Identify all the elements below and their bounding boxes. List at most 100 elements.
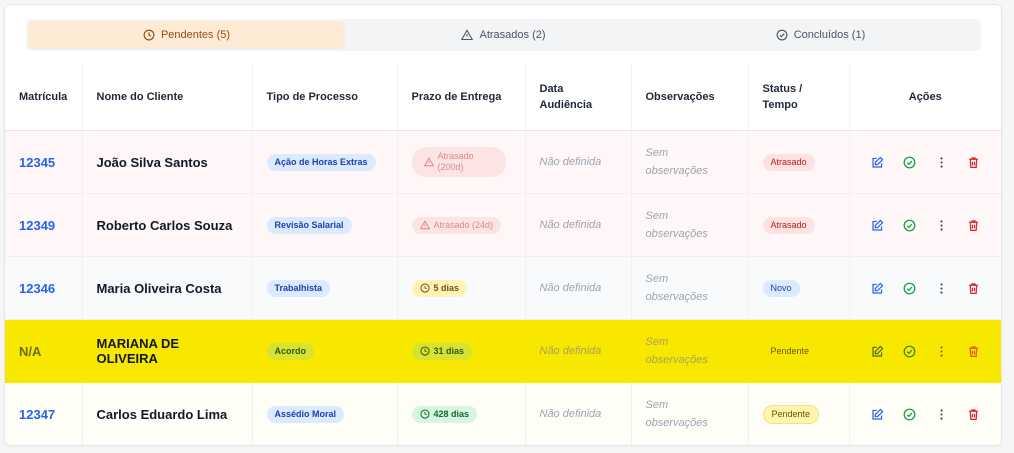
process-type-badge: Revisão Salarial	[266, 216, 352, 234]
tab-atrasados[interactable]: Atrasados (2)	[345, 21, 662, 49]
warning-icon	[461, 29, 474, 41]
edit-button[interactable]	[870, 281, 885, 296]
hearing-date: Não definida	[539, 408, 602, 420]
hearing-date: Não definida	[539, 282, 602, 294]
warning-icon	[419, 220, 430, 230]
hearing-date: Não definida	[539, 345, 602, 357]
deadline-text: Atrasado (24d)	[433, 219, 494, 230]
complete-button[interactable]	[902, 218, 917, 233]
trash-icon	[968, 408, 978, 420]
clock-icon	[419, 283, 430, 293]
tab-label: Concluídos (1)	[793, 29, 866, 41]
observations: Sem observações	[645, 399, 708, 429]
row-actions	[864, 407, 988, 422]
complete-button[interactable]	[902, 407, 917, 422]
more-vertical-icon	[940, 408, 943, 420]
status-badge: Atrasado	[762, 153, 815, 171]
matricula-link[interactable]: 12345	[19, 155, 55, 170]
clock-icon	[419, 346, 430, 356]
trash-icon	[968, 345, 978, 357]
status-badge: Pendente	[762, 404, 820, 424]
table-row[interactable]: 12345 João Silva Santos Ação de Horas Ex…	[5, 130, 1001, 194]
matricula-link[interactable]: N/A	[19, 344, 41, 359]
deadline-badge: 428 dias	[411, 405, 478, 423]
delete-button[interactable]	[966, 281, 981, 296]
matricula-link[interactable]: 12347	[19, 407, 55, 422]
table-header-row: Matrícula Nome do Cliente Tipo de Proces…	[5, 64, 1001, 131]
process-type-badge: Acordo	[266, 342, 314, 360]
check-circle-icon	[903, 408, 916, 420]
header-acoes: Ações	[849, 64, 1001, 131]
more-options-button[interactable]	[934, 344, 949, 359]
edit-button[interactable]	[870, 407, 885, 422]
deadline-badge: Atrasado (200d)	[411, 147, 506, 177]
more-options-button[interactable]	[934, 407, 949, 422]
deadline-badge: 31 dias	[411, 342, 473, 360]
process-type-badge: Trabalhista	[266, 279, 331, 297]
trash-icon	[968, 219, 978, 231]
status-badge: Pendente	[770, 345, 810, 356]
processes-table: Matrícula Nome do Cliente Tipo de Proces…	[5, 64, 1001, 445]
check-circle-icon	[903, 282, 916, 294]
complete-button[interactable]	[902, 281, 917, 296]
row-actions	[864, 281, 988, 296]
table-row[interactable]: 12346 Maria Oliveira Costa Trabalhista 5…	[5, 256, 1001, 320]
more-vertical-icon	[940, 282, 943, 294]
edit-icon	[872, 282, 884, 294]
delete-button[interactable]	[966, 344, 981, 359]
header-matricula[interactable]: Matrícula	[5, 64, 83, 131]
header-tipo-processo[interactable]: Tipo de Processo	[252, 64, 398, 131]
edit-button[interactable]	[870, 218, 885, 233]
header-prazo-entrega[interactable]: Prazo de Entrega	[397, 64, 526, 131]
deadline-text: 428 dias	[433, 408, 470, 419]
tab-pendentes[interactable]: Pendentes (5)	[28, 21, 345, 49]
header-data-audiencia[interactable]: Data Audiência	[525, 64, 632, 131]
observations: Sem observações	[645, 273, 708, 303]
tab-concluidos[interactable]: Concluídos (1)	[662, 21, 979, 49]
table-row[interactable]: 12347 Carlos Eduardo Lima Assédio Moral …	[5, 382, 1001, 445]
edit-icon	[872, 219, 884, 231]
client-name: Maria Oliveira Costa	[96, 280, 222, 296]
delete-button[interactable]	[966, 407, 981, 422]
observations: Sem observações	[645, 336, 708, 366]
edit-button[interactable]	[870, 344, 885, 359]
header-status-tempo[interactable]: Status / Tempo	[748, 64, 850, 131]
edit-button[interactable]	[870, 155, 885, 170]
check-circle-icon	[903, 156, 916, 168]
check-circle-icon	[776, 29, 788, 41]
delete-button[interactable]	[966, 218, 981, 233]
deadline-text: 5 dias	[433, 282, 460, 293]
row-actions	[864, 155, 988, 170]
table-row[interactable]: 12349 Roberto Carlos Souza Revisão Salar…	[5, 193, 1001, 257]
more-vertical-icon	[940, 345, 943, 357]
status-badge: Novo	[762, 279, 800, 297]
more-vertical-icon	[940, 219, 943, 231]
processes-card: Pendentes (5) Atrasados (2) Concluídos (…	[4, 4, 1002, 446]
observations: Sem observações	[645, 147, 708, 177]
trash-icon	[968, 156, 978, 168]
clock-icon	[143, 29, 155, 41]
table-row-highlighted[interactable]: N/A MARIANA DE OLIVEIRA Acordo 31 dias N…	[5, 319, 1001, 383]
tab-label: Pendentes (5)	[160, 29, 231, 41]
more-options-button[interactable]	[934, 155, 949, 170]
check-circle-icon	[903, 345, 916, 357]
matricula-link[interactable]: 12349	[19, 218, 55, 233]
row-actions	[864, 218, 988, 233]
more-options-button[interactable]	[934, 218, 949, 233]
complete-button[interactable]	[902, 155, 917, 170]
hearing-date: Não definida	[539, 219, 602, 231]
observations: Sem observações	[645, 210, 708, 240]
client-name: Carlos Eduardo Lima	[96, 406, 228, 422]
edit-icon	[872, 156, 884, 168]
check-circle-icon	[903, 219, 916, 231]
hearing-date: Não definida	[539, 156, 602, 168]
more-options-button[interactable]	[934, 281, 949, 296]
header-observacoes[interactable]: Observações	[631, 64, 749, 131]
matricula-link[interactable]: 12346	[19, 281, 55, 296]
deadline-text: 31 dias	[433, 345, 465, 356]
status-badge: Atrasado	[762, 216, 815, 234]
header-nome-cliente[interactable]: Nome do Cliente	[82, 64, 253, 131]
delete-button[interactable]	[966, 155, 981, 170]
status-tabs: Pendentes (5) Atrasados (2) Concluídos (…	[26, 19, 981, 51]
complete-button[interactable]	[902, 344, 917, 359]
